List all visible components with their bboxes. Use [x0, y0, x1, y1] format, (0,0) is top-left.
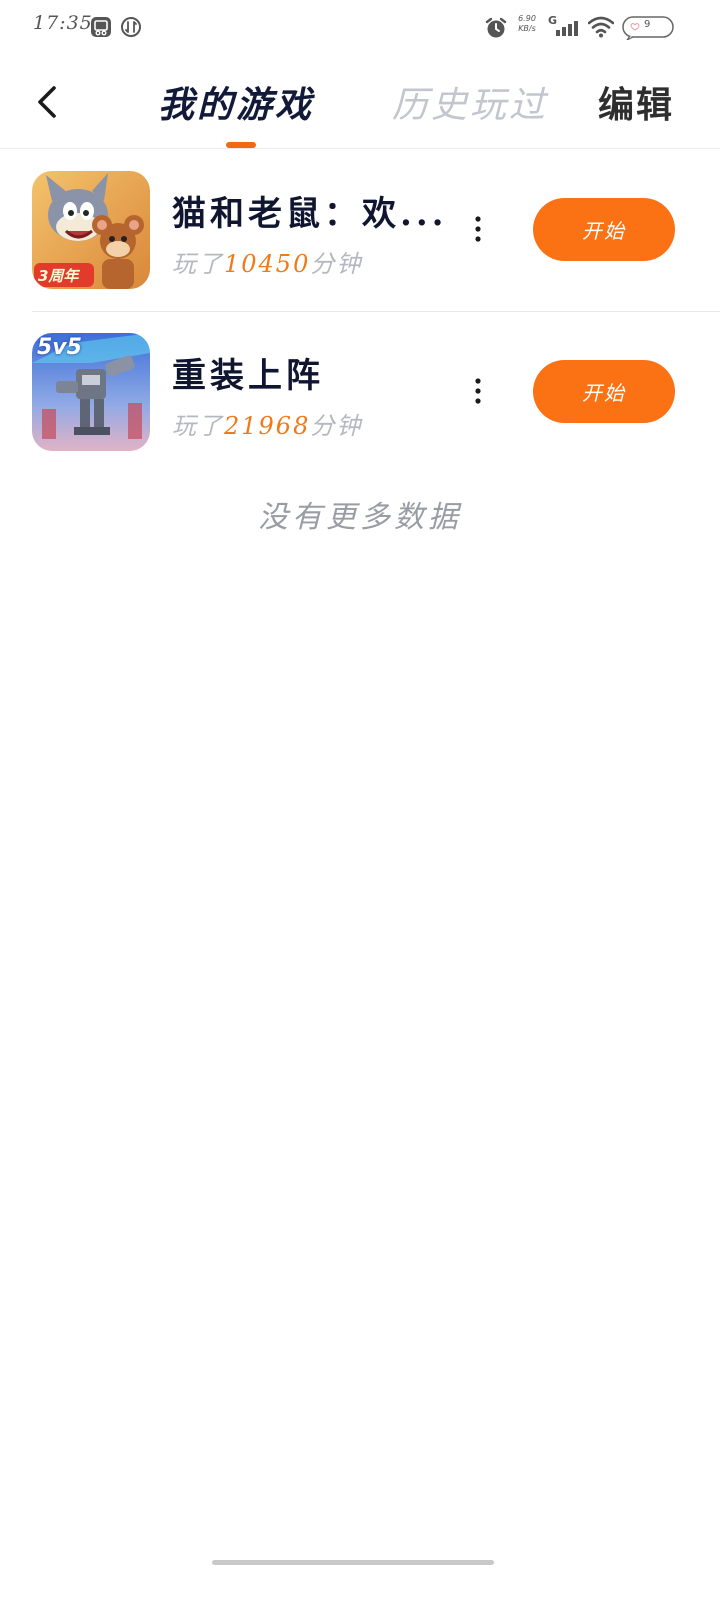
- no-more-data-text: 没有更多数据: [258, 500, 462, 535]
- active-tab-indicator: [226, 142, 256, 148]
- net-speed: 6.90 KB/s: [512, 14, 542, 34]
- playtime-suffix: 分钟: [310, 412, 363, 440]
- status-bar: 17:35 6.90 KB/s G 9: [0, 0, 720, 56]
- game-icon-tom-and-jerry[interactable]: 3周年: [32, 171, 150, 289]
- playtime-minutes: 21968: [224, 412, 311, 440]
- game-icon-badge: 3周年: [38, 267, 79, 285]
- tab-history-played[interactable]: 历史玩过: [392, 76, 548, 128]
- signal-icon: G: [548, 14, 582, 38]
- playtime-minutes: 10450: [224, 250, 311, 278]
- tab-my-games[interactable]: 我的游戏: [158, 76, 314, 128]
- more-options-icon[interactable]: [466, 210, 490, 250]
- wifi-icon: [588, 16, 614, 38]
- playtime-prefix: 玩了: [172, 412, 224, 440]
- list-item[interactable]: 3周年 猫和老鼠：欢... 玩了10450分钟 开始: [32, 150, 720, 312]
- start-game-button[interactable]: 开始: [533, 360, 675, 423]
- playtime-prefix: 玩了: [172, 250, 224, 278]
- game-title: 重装上阵: [172, 356, 324, 396]
- game-playtime: 玩了10450分钟: [172, 244, 362, 279]
- back-icon[interactable]: [24, 78, 72, 126]
- list-item[interactable]: 5v5 重装上阵 玩了21968分钟 开始: [0, 312, 720, 473]
- screenshot-app-icon: [91, 17, 111, 37]
- battery-level: 9: [644, 19, 651, 30]
- playtime-suffix: 分钟: [310, 250, 363, 278]
- game-icon-heavy-armor[interactable]: 5v5: [32, 333, 150, 451]
- start-game-button[interactable]: 开始: [533, 198, 675, 261]
- more-options-icon[interactable]: [466, 372, 490, 412]
- game-icon-badge: 5v5: [37, 335, 82, 360]
- alarm-icon: [485, 17, 507, 38]
- game-title: 猫和老鼠：欢...: [172, 194, 448, 234]
- data-saver-icon: [121, 17, 141, 37]
- status-time: 17:35: [33, 12, 93, 34]
- edit-button[interactable]: 编辑: [598, 76, 674, 128]
- net-speed-value: 6.90: [518, 14, 536, 23]
- net-speed-unit: KB/s: [518, 24, 536, 33]
- game-list: 3周年 猫和老鼠：欢... 玩了10450分钟 开始 5v5 重装上阵 玩了21…: [0, 150, 720, 473]
- home-indicator[interactable]: [212, 1560, 494, 1565]
- game-playtime: 玩了21968分钟: [172, 406, 362, 441]
- top-navigation: 我的游戏 历史玩过 编辑: [0, 56, 720, 149]
